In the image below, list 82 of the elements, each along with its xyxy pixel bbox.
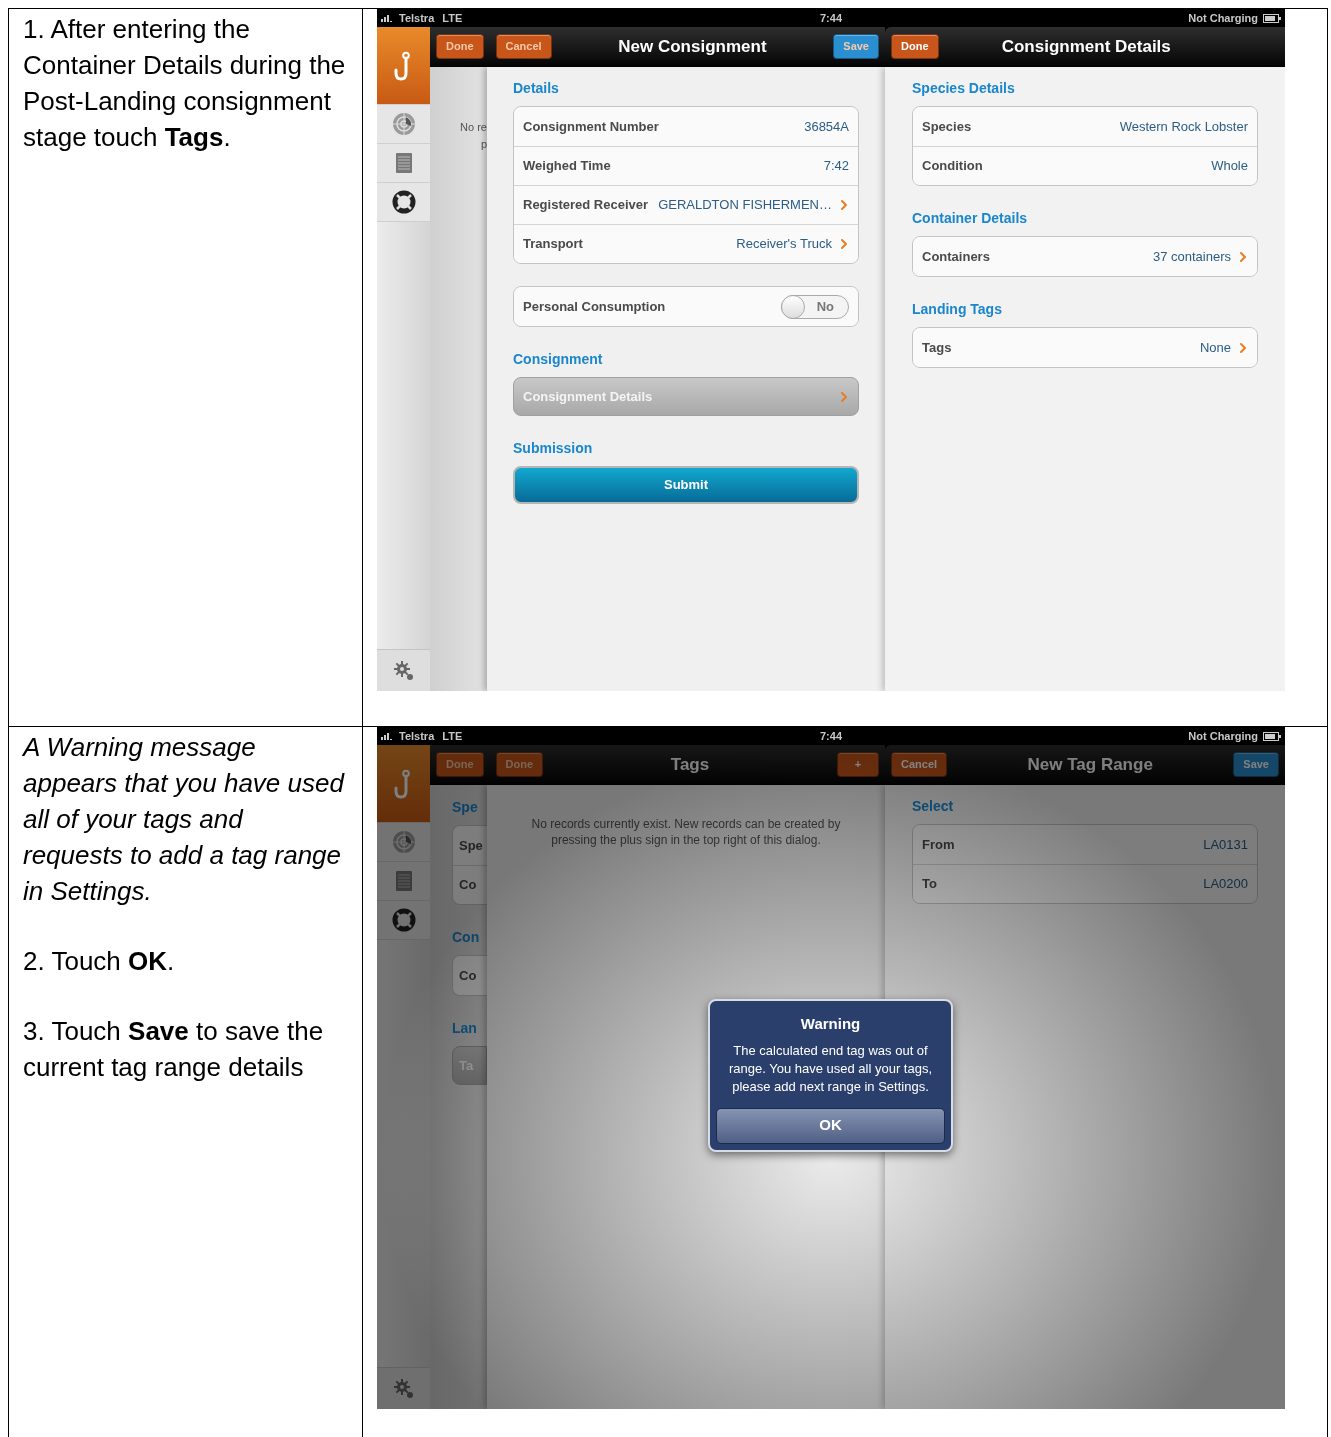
section-heading: Con — [452, 928, 481, 945]
instruction-text: A Warning message appears that you have used all of your tags and requests to add a tag range in Settings. — [23, 731, 346, 908]
section-heading: Consignment — [513, 350, 604, 367]
navigation-row-button[interactable]: Consignment Details — [513, 377, 859, 416]
carrier-name: Telstra — [399, 728, 435, 744]
settings-icon[interactable] — [392, 659, 415, 682]
instruction-text: 3. Touch Save to save the current tag range details — [23, 1015, 325, 1084]
settings-icon[interactable] — [392, 1377, 415, 1400]
row-label: Tags — [922, 338, 952, 357]
row-label: Condition — [922, 157, 983, 176]
row-value: LA0200 — [1203, 875, 1248, 894]
section-heading: Submission — [513, 439, 594, 456]
partial-text: p — [480, 137, 487, 152]
section-heading: Lan — [452, 1019, 478, 1036]
row-label: Containers — [922, 247, 990, 266]
header-button[interactable]: Done — [891, 34, 939, 59]
row-label: Spe — [459, 836, 483, 855]
row-value: GERALDTON FISHERMEN… — [658, 196, 832, 215]
notepad-icon — [394, 152, 413, 174]
toggle-switch[interactable]: No — [781, 294, 849, 319]
list-row[interactable]: Containers 37 containers — [913, 237, 1257, 276]
header-button[interactable]: Cancel — [891, 752, 948, 777]
lifebuoy-icon — [391, 908, 416, 932]
section-heading: Select — [912, 797, 955, 814]
battery-icon — [1263, 13, 1281, 23]
list-row[interactable]: Registered Receiver GERALDTON FISHERMEN… — [514, 185, 858, 224]
notepad-icon — [394, 870, 413, 892]
row-value: Whole — [1211, 157, 1248, 176]
settings-tab[interactable] — [377, 649, 430, 691]
signal-icon — [381, 732, 395, 740]
alert-message: The calculated end tag was out of range. You have used all your tags, please add next range in Settings. — [727, 1041, 934, 1096]
alert-title: Warning — [800, 1014, 861, 1034]
row-value: 7:42 — [823, 157, 849, 176]
settings-tab[interactable] — [377, 1367, 430, 1409]
row-label: Personal Consumption — [523, 297, 666, 316]
navigation-title: New Consignment — [617, 35, 768, 58]
row-value: None — [1199, 338, 1231, 357]
status-time: 7:44 — [819, 10, 843, 26]
charging-status: Not Charging — [1188, 728, 1258, 744]
lifebuoy-icon — [391, 190, 416, 214]
submit-button[interactable]: Submit — [513, 466, 859, 504]
row-value: 37 containers — [1152, 247, 1231, 266]
network-type: LTE — [442, 728, 463, 744]
navigation-title: Consignment Details — [1000, 35, 1172, 58]
row-label: Weighed Time — [523, 157, 611, 176]
header-button[interactable]: + — [837, 752, 879, 777]
empty-state-message: No records currently exist. New records can be created by pressing the plus sign in the top right of this dialog. — [530, 816, 842, 848]
sidebar-tab[interactable] — [377, 183, 430, 222]
row-label: From — [922, 835, 955, 854]
section-heading: Container Details — [912, 209, 1029, 226]
navigation-title: New Tag Range — [1026, 753, 1154, 776]
navigation-title: Tags — [669, 753, 711, 776]
header-button[interactable]: Save — [1233, 752, 1279, 777]
carrier-name: Telstra — [399, 10, 435, 26]
row-value: 36854A — [804, 117, 849, 136]
list-row[interactable]: Transport Receiver's Truck — [514, 224, 858, 263]
row-label: Co — [459, 876, 477, 895]
list-row[interactable]: Tags None — [913, 328, 1257, 367]
radar-icon — [391, 112, 416, 136]
section-heading: Landing Tags — [912, 300, 1003, 317]
row-value: Western Rock Lobster — [1119, 117, 1248, 136]
network-type: LTE — [442, 10, 463, 26]
alert-ok-button[interactable]: OK — [716, 1107, 945, 1144]
row-label: To — [922, 875, 937, 894]
signal-icon — [381, 14, 395, 22]
row-label: Co — [459, 966, 477, 985]
battery-icon — [1263, 731, 1281, 741]
instruction-text: 1. After entering the Container Details during the Post-Landing consignment stage touch Tags. — [23, 13, 347, 154]
status-time: 7:44 — [819, 728, 843, 744]
row-label: Species — [922, 117, 972, 136]
row-value: Receiver's Truck — [736, 235, 832, 254]
row-label: Registered Receiver — [523, 196, 648, 215]
instruction-text: 2. Touch OK. — [23, 945, 176, 978]
radar-icon — [391, 830, 416, 854]
charging-status: Not Charging — [1188, 10, 1258, 26]
row-value: LA0131 — [1203, 835, 1248, 854]
section-heading: Species Details — [912, 79, 1016, 96]
section-heading: Spe — [452, 798, 479, 815]
partial-text: No re — [460, 120, 487, 135]
row-label: Transport — [523, 235, 583, 254]
section-heading: Details — [513, 79, 560, 96]
row-label: Consignment Number — [523, 117, 659, 136]
